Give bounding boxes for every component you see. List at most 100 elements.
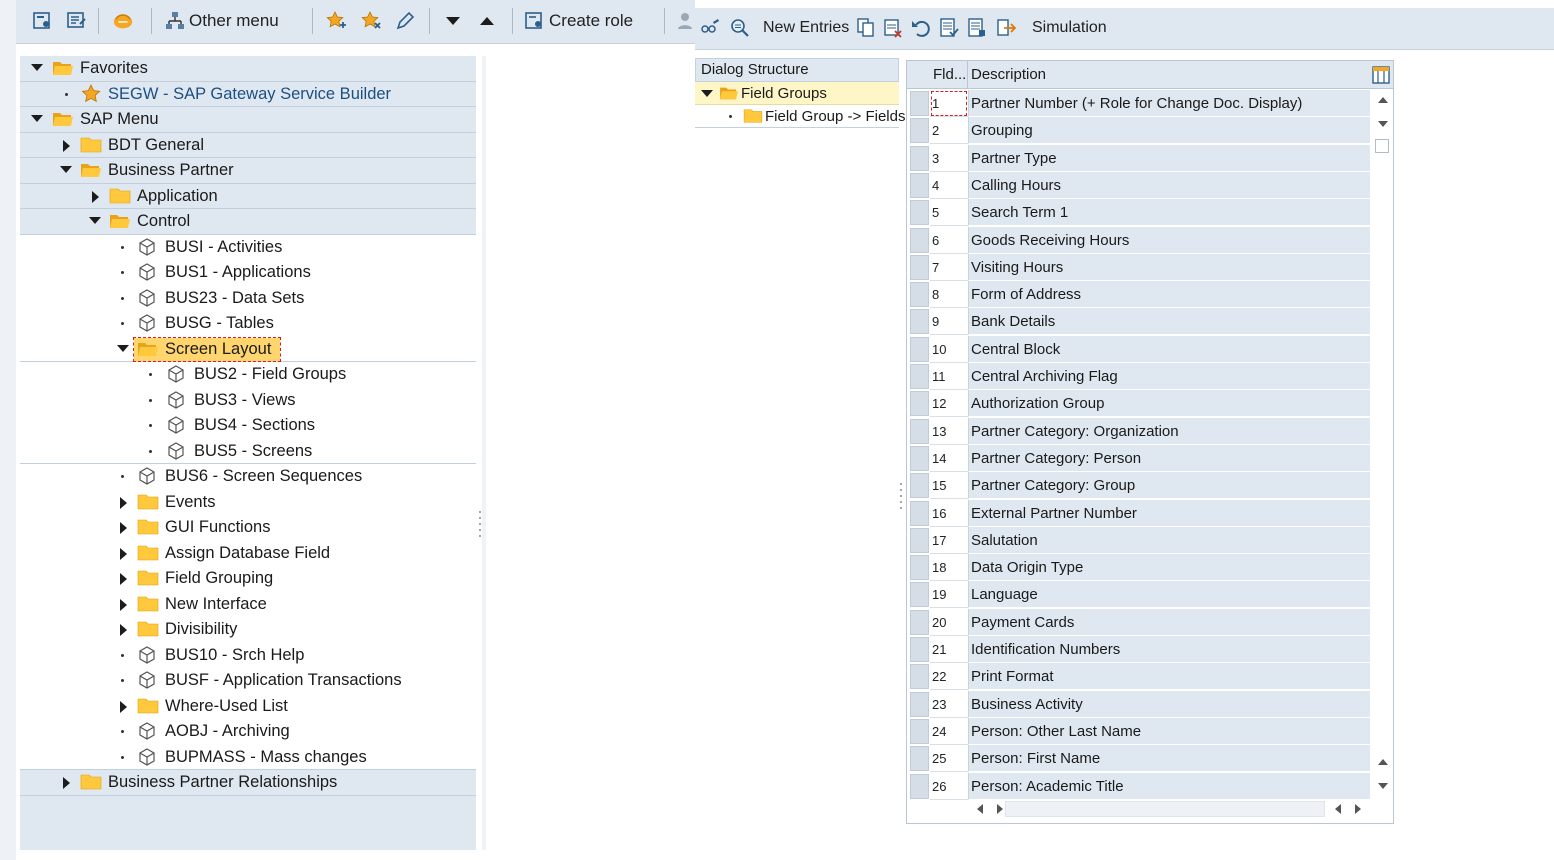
cell-fld[interactable]: 15 [930, 472, 968, 500]
table-row[interactable]: 2 Grouping [907, 117, 1371, 145]
copy-as-button[interactable] [855, 13, 877, 43]
row-selector[interactable] [910, 555, 929, 581]
tree-node-bus2[interactable]: BUS2 - Field Groups [20, 362, 476, 388]
tree-node-control[interactable]: Control [20, 209, 476, 235]
tree-node-busf[interactable]: BUSF - Application Transactions [20, 668, 476, 694]
collapse-triangle-icon[interactable] [31, 64, 43, 71]
cell-fld[interactable]: 18 [930, 554, 968, 582]
table-row[interactable]: 23 Business Activity [907, 690, 1371, 718]
collapse-triangle-icon[interactable] [60, 166, 72, 173]
row-selector[interactable] [910, 582, 929, 608]
tree-node-new-interface[interactable]: New Interface [20, 591, 476, 617]
scroll-down-icon[interactable] [1378, 121, 1388, 127]
tree-node-where-used-list[interactable]: Where-Used List [20, 693, 476, 719]
tree-node-busg[interactable]: BUSG - Tables [20, 311, 476, 337]
scroll-right-end-icon[interactable] [1355, 804, 1361, 814]
tree-node-business-partner[interactable]: Business Partner [20, 158, 476, 184]
row-selector[interactable] [910, 473, 929, 499]
row-selector[interactable] [910, 309, 929, 335]
row-selector[interactable] [910, 364, 929, 389]
tree-node-events[interactable]: Events [20, 489, 476, 515]
cell-fld[interactable]: 23 [930, 690, 968, 718]
row-selector[interactable] [910, 227, 929, 253]
cell-fld[interactable]: 7 [930, 253, 968, 281]
row-selector[interactable] [910, 145, 929, 171]
tree-node-segw[interactable]: SEGW - SAP Gateway Service Builder [20, 81, 476, 107]
table-row[interactable]: 26 Person: Academic Title [907, 772, 1371, 800]
tree-node-application[interactable]: Application [20, 183, 476, 209]
cell-fld[interactable]: 17 [930, 526, 968, 554]
table-row[interactable]: 5 Search Term 1 [907, 199, 1371, 227]
table-row[interactable]: 25 Person: First Name [907, 745, 1371, 773]
table-row[interactable]: 8 Form of Address [907, 281, 1371, 309]
expand-triangle-icon[interactable] [120, 496, 127, 509]
table-row[interactable]: 15 Partner Category: Group [907, 472, 1371, 500]
cell-fld[interactable]: 10 [930, 335, 968, 363]
table-row[interactable]: 14 Partner Category: Person [907, 444, 1371, 472]
table-row[interactable]: 16 External Partner Number [907, 499, 1371, 527]
move-favorite-up-button[interactable] [476, 6, 498, 36]
table-row[interactable]: 13 Partner Category: Organization [907, 417, 1371, 445]
expand-triangle-icon[interactable] [120, 573, 127, 585]
table-row[interactable]: 24 Person: Other Last Name [907, 717, 1371, 745]
cell-fld[interactable]: 5 [930, 199, 968, 227]
create-role-button[interactable]: Create role [524, 6, 633, 36]
table-row[interactable]: 9 Bank Details [907, 308, 1371, 336]
tree-node-bdt-general[interactable]: BDT General [20, 132, 476, 158]
expand-triangle-icon[interactable] [92, 190, 99, 203]
delete-button[interactable] [882, 13, 904, 43]
row-selector[interactable] [910, 282, 929, 308]
move-favorite-down-button[interactable] [442, 6, 464, 36]
table-row[interactable]: 21 Identification Numbers [907, 636, 1371, 663]
row-selector[interactable] [910, 200, 929, 226]
cell-fld[interactable]: 24 [930, 717, 968, 745]
tree-node-bupmass[interactable]: BUPMASS - Mass changes [20, 744, 476, 770]
table-row[interactable]: 22 Print Format [907, 663, 1371, 691]
table-row[interactable]: 17 Salutation [907, 526, 1371, 554]
cell-fld[interactable]: 16 [930, 499, 968, 527]
table-row[interactable]: 12 Authorization Group [907, 390, 1371, 418]
tree-node-bus3[interactable]: BUS3 - Views [20, 387, 476, 413]
cell-fld[interactable]: 8 [930, 281, 968, 309]
cell-fld[interactable]: 13 [930, 417, 968, 445]
tree-node-screen-layout[interactable]: Screen Layout [20, 336, 476, 362]
add-favorite-button[interactable] [325, 6, 347, 36]
tree-node-bus23[interactable]: BUS23 - Data Sets [20, 285, 476, 311]
collapse-triangle-icon[interactable] [117, 344, 129, 352]
scroll-page-up-icon[interactable] [1378, 759, 1388, 765]
table-row[interactable]: 1 Partner Number (+ Role for Change Doc. … [907, 90, 1371, 117]
row-selector[interactable] [910, 773, 929, 799]
undo-change-button[interactable] [910, 13, 932, 43]
splitter-handle[interactable] [899, 480, 903, 510]
collapse-triangle-icon[interactable] [89, 217, 101, 224]
row-selector[interactable] [910, 445, 929, 471]
tree-node-aobj[interactable]: AOBJ - Archiving [20, 719, 476, 745]
tree-node-field-grouping[interactable]: Field Grouping [20, 566, 476, 592]
vertical-scrollbar[interactable] [1372, 89, 1393, 797]
new-entries-button[interactable]: New Entries [763, 13, 849, 43]
tree-node-bus1[interactable]: BUS1 - Applications [20, 260, 476, 286]
dialog-node-field-groups[interactable]: Field Groups [695, 82, 899, 105]
cell-fld[interactable]: 22 [930, 663, 968, 691]
row-selector[interactable] [910, 609, 929, 635]
row-selector[interactable] [910, 718, 929, 744]
sap-menu-button[interactable] [66, 6, 88, 36]
row-selector[interactable] [910, 254, 929, 280]
cell-fld[interactable]: 3 [930, 144, 968, 172]
scroll-right-icon[interactable] [997, 804, 1003, 814]
tree-node-divisibility[interactable]: Divisibility [20, 617, 476, 643]
scroll-thumb[interactable] [1375, 139, 1389, 153]
expand-triangle-icon[interactable] [63, 139, 70, 152]
deselect-all-button[interactable] [995, 13, 1017, 43]
table-row[interactable]: 19 Language [907, 581, 1371, 609]
remove-favorite-button[interactable] [360, 6, 382, 36]
display-change-button[interactable] [699, 13, 721, 43]
horizontal-scroll-track[interactable] [1005, 801, 1325, 817]
cell-fld[interactable]: 2 [930, 117, 968, 145]
tree-node-busi[interactable]: BUSI - Activities [20, 234, 476, 260]
scroll-left-icon[interactable] [977, 804, 983, 814]
row-selector[interactable] [910, 664, 929, 690]
row-selector[interactable] [910, 172, 929, 198]
column-header-description[interactable]: Description [971, 61, 1046, 89]
assign-users-button[interactable] [674, 6, 696, 36]
